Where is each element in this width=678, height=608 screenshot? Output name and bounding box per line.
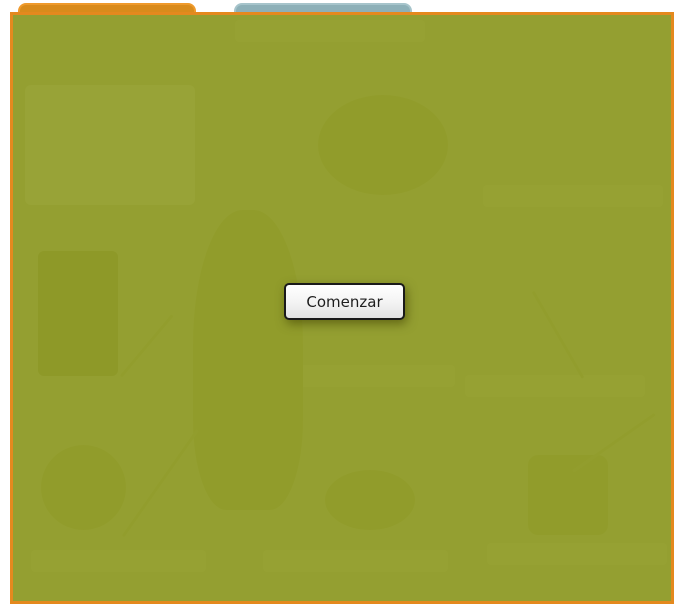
- activity-stage: Comenzar: [0, 0, 678, 608]
- start-button[interactable]: Comenzar: [284, 283, 405, 320]
